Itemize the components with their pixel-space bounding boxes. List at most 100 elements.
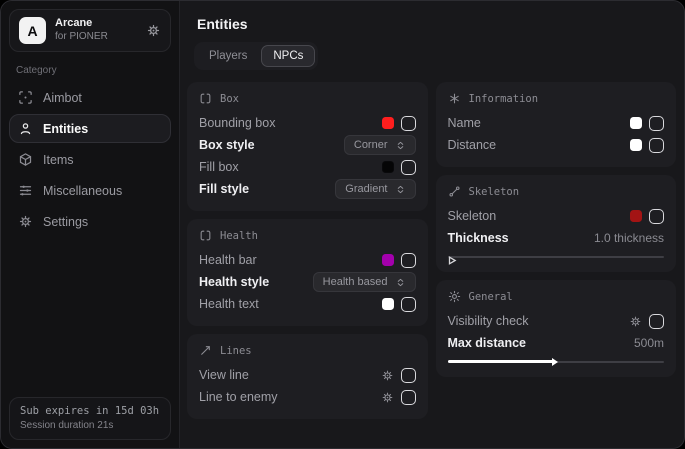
dropdown-value: Gradient — [345, 183, 387, 195]
card-title: Health — [220, 230, 258, 242]
setting-label: Fill style — [199, 182, 249, 196]
sidebar-item-entities[interactable]: Entities — [9, 114, 171, 143]
color-swatch[interactable] — [382, 254, 394, 266]
setting-controls — [630, 116, 664, 131]
category-label: Category — [16, 65, 164, 76]
card-title: Skeleton — [469, 186, 520, 198]
setting-label: Distance — [448, 138, 497, 152]
app-logo: A — [19, 17, 46, 44]
slider-arrow-handle[interactable] — [552, 358, 558, 366]
tab-players[interactable]: Players — [197, 45, 259, 67]
card-columns: Box Bounding box Box styleCorner Fill box Fi… — [187, 82, 676, 419]
setting-controls — [629, 314, 664, 329]
color-swatch[interactable] — [630, 139, 642, 151]
checkbox[interactable] — [401, 297, 416, 312]
card-box: Box Bounding box Box styleCorner Fill box Fi… — [187, 82, 428, 211]
setting-controls — [381, 390, 416, 405]
color-swatch[interactable] — [382, 161, 394, 173]
row-fill-box: Fill box — [199, 156, 416, 178]
page-title: Entities — [197, 16, 676, 32]
main-content: Entities PlayersNPCs Box Bounding box Box … — [180, 1, 684, 448]
checkbox[interactable] — [401, 368, 416, 383]
package-icon — [18, 152, 33, 167]
sidebar-item-settings[interactable]: Settings — [9, 207, 171, 236]
setting-controls — [382, 297, 416, 312]
slider-max-distance[interactable] — [448, 357, 665, 366]
card-health: HealthHealth barHealth styleHealth based… — [187, 219, 428, 326]
gear-settings-button[interactable] — [629, 315, 642, 328]
slider-track[interactable] — [448, 256, 665, 258]
dropdown-health-based[interactable]: Health based — [313, 272, 416, 292]
gear-icon — [381, 391, 394, 404]
color-swatch[interactable] — [630, 117, 642, 129]
row-max-distance: Max distance 500m — [448, 332, 665, 354]
setting-value: 500m — [634, 336, 664, 350]
sidebar-spacer — [9, 238, 171, 397]
color-swatch[interactable] — [630, 210, 642, 222]
checkbox[interactable] — [649, 138, 664, 153]
sun-icon — [448, 290, 461, 303]
sidebar-nav: AimbotEntitiesItems Miscellaneous Settings — [9, 81, 171, 238]
slider-triangle-handle[interactable] — [448, 252, 457, 270]
row-box-style: Box styleCorner — [199, 134, 416, 156]
setting-label: Fill box — [199, 160, 239, 174]
dropdown-corner[interactable]: Corner — [344, 135, 416, 155]
setting-controls — [630, 138, 664, 153]
slider-thickness[interactable] — [448, 252, 665, 261]
dropdown-gradient[interactable]: Gradient — [335, 179, 415, 199]
gear-icon[interactable] — [146, 23, 161, 38]
dropdown-value: Corner — [354, 139, 388, 151]
checkbox[interactable] — [401, 116, 416, 131]
card-title: General — [469, 291, 513, 303]
sidebar-item-items[interactable]: Items — [9, 145, 171, 174]
checkbox[interactable] — [649, 116, 664, 131]
checkbox[interactable] — [401, 160, 416, 175]
card-header: General — [448, 290, 665, 303]
setting-label: Health bar — [199, 253, 257, 267]
sidebar: A Arcane for PIONER Category AimbotEntit… — [1, 1, 180, 448]
app-logo-letter: A — [27, 23, 37, 39]
setting-controls: Gradient — [335, 179, 415, 199]
column-right: InformationNameDistanceSkeletonSkeletonT… — [436, 82, 677, 419]
row-name: Name — [448, 112, 665, 134]
card-title: Box — [220, 93, 239, 105]
tab-npcs[interactable]: NPCs — [261, 45, 315, 67]
column-left: Box Bounding box Box styleCorner Fill box Fi… — [187, 82, 428, 419]
row-line-to-enemy: Line to enemy — [199, 386, 416, 408]
gear-icon — [18, 214, 33, 229]
row-skeleton: Skeleton — [448, 205, 665, 227]
setting-label: Line to enemy — [199, 390, 278, 404]
card-title: Lines — [220, 345, 252, 357]
sidebar-item-label: Miscellaneous — [43, 184, 122, 198]
gear-settings-button[interactable] — [381, 391, 394, 404]
color-swatch[interactable] — [382, 298, 394, 310]
checkbox[interactable] — [649, 209, 664, 224]
sub-expiry-text: Sub expires in 15d 03h — [20, 405, 160, 417]
row-fill-style: Fill style Gradient — [199, 178, 416, 200]
color-swatch[interactable] — [382, 117, 394, 129]
checkbox[interactable] — [649, 314, 664, 329]
row-distance: Distance — [448, 134, 665, 156]
checkbox[interactable] — [401, 390, 416, 405]
setting-controls — [630, 209, 664, 224]
card-header: Skeleton — [448, 185, 665, 198]
card-information: InformationNameDistance — [436, 82, 677, 167]
card-general: GeneralVisibility checkMax distance500m — [436, 280, 677, 377]
sidebar-item-aimbot[interactable]: Aimbot — [9, 83, 171, 112]
subscription-status-box: Sub expires in 15d 03h Session duration … — [9, 397, 171, 440]
person-icon — [18, 121, 33, 136]
setting-controls — [382, 116, 416, 131]
setting-label: Bounding box — [199, 116, 275, 130]
dropdown-value: Health based — [323, 276, 388, 288]
session-duration-text: Session duration 21s — [20, 420, 160, 431]
app-subtitle: for PIONER — [55, 31, 137, 44]
setting-label: Max distance — [448, 336, 527, 350]
card-skeleton: SkeletonSkeletonThickness1.0 thickness — [436, 175, 677, 272]
setting-controls: Health based — [313, 272, 416, 292]
sidebar-item-label: Settings — [43, 215, 88, 229]
checkbox[interactable] — [401, 253, 416, 268]
brackets-icon — [199, 229, 212, 242]
gear-settings-button[interactable] — [381, 369, 394, 382]
row-thickness: Thickness1.0 thickness — [448, 227, 665, 249]
sidebar-item-miscellaneous[interactable]: Miscellaneous — [9, 176, 171, 205]
